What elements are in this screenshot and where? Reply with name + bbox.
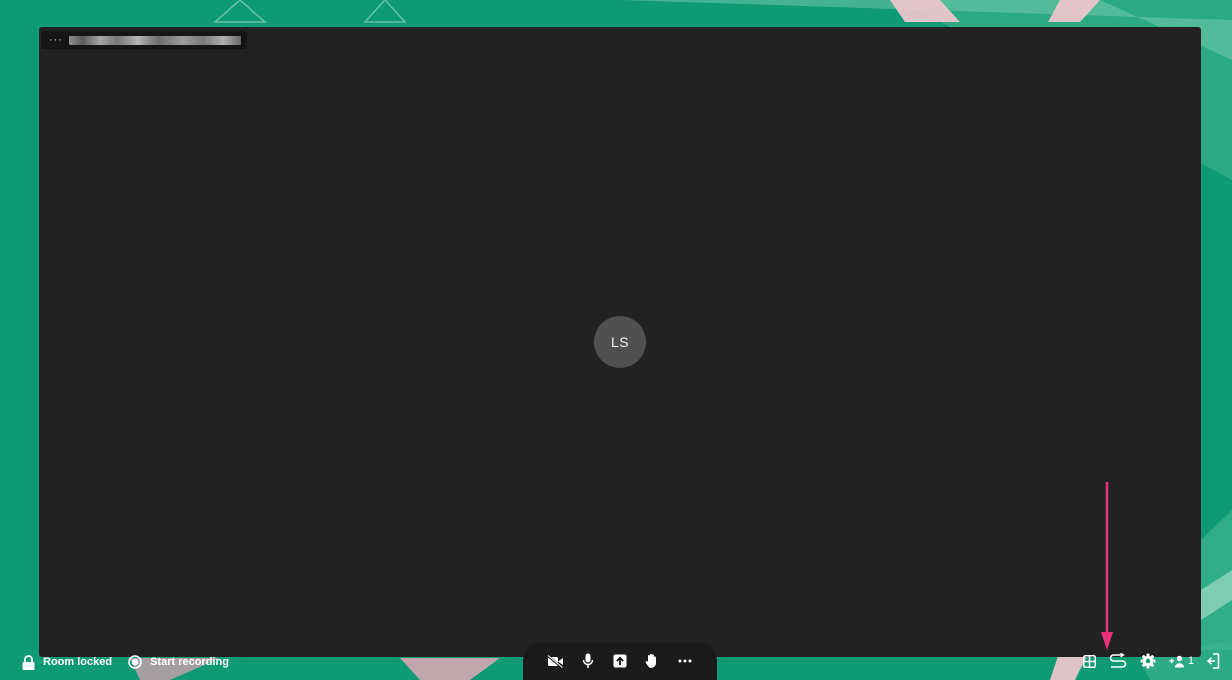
lock-icon [22,654,35,670]
participant-name-blurred [69,35,241,45]
raise-hand-button[interactable] [640,649,664,673]
room-status-label: Room locked [43,656,113,668]
video-stage: ··· LS [39,27,1201,657]
settings-button[interactable] [1140,651,1156,671]
annotation-arrow [1101,482,1113,650]
participant-name-tag: ··· [41,31,247,49]
microphone-button[interactable] [576,649,600,673]
settings-icon [1140,653,1156,669]
record-icon [128,655,142,669]
leave-icon [1207,653,1220,669]
hand-icon [645,653,657,668]
participant-count: 1 [1187,655,1194,667]
switch-view-button[interactable] [1109,651,1127,671]
camera-off-button[interactable] [543,649,567,673]
room-lock-status[interactable]: Room locked [22,654,113,670]
grid-view-icon [1082,654,1096,668]
ellipsis-icon [678,659,692,663]
participant-avatar: LS [594,316,646,368]
share-screen-icon [613,654,627,668]
avatar-initials: LS [610,334,630,350]
meeting-status-bar: Room locked Start recording [22,653,245,671]
ellipsis-icon[interactable]: ··· [49,34,63,46]
video-off-icon [546,654,563,668]
microphone-icon [582,653,593,668]
more-options-button[interactable] [673,649,697,673]
grid-view-button[interactable] [1082,651,1096,671]
participants-icon [1169,655,1185,667]
switch-view-icon [1109,653,1127,668]
leave-button[interactable] [1207,651,1220,671]
recording-label: Start recording [150,656,229,668]
share-screen-button[interactable] [608,649,632,673]
call-controls-toolbar [523,642,717,680]
start-recording-button[interactable]: Start recording [128,655,229,669]
participants-button[interactable]: 1 [1169,651,1194,671]
view-controls: 1 [1082,651,1220,671]
